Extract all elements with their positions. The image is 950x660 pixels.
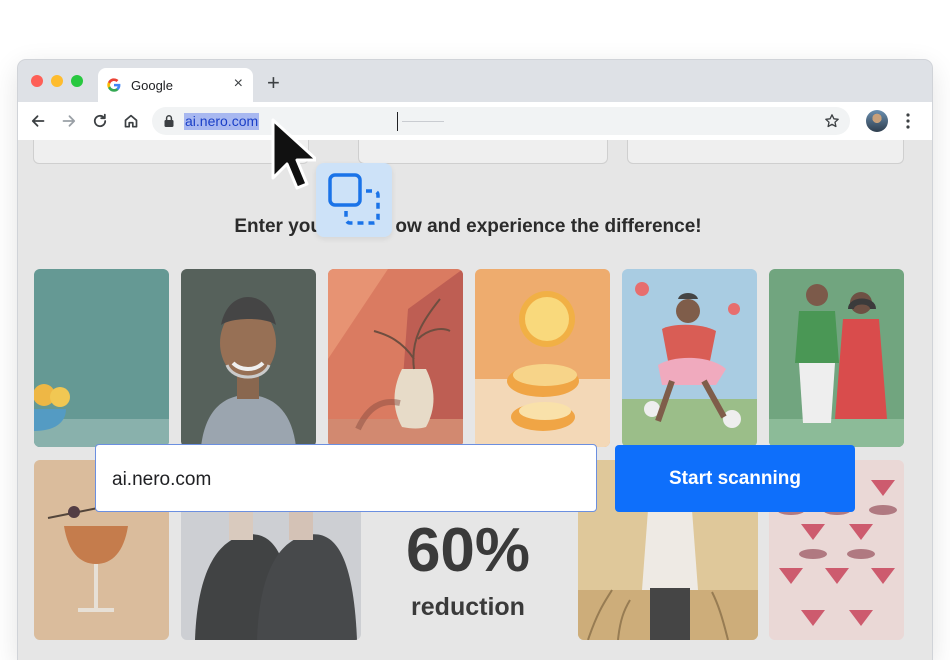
title-bar: Google × + [18, 60, 932, 102]
start-scanning-button[interactable]: Start scanning [615, 445, 855, 512]
google-icon [107, 78, 121, 92]
headline-end: ow and experience the difference! [395, 216, 702, 237]
kebab-menu-icon[interactable] [904, 112, 912, 130]
stat-label: reduction [411, 593, 525, 621]
star-icon[interactable] [824, 113, 840, 129]
mouse-pointer-icon [271, 118, 316, 190]
url-scan-input[interactable]: ai.nero.com [95, 444, 597, 512]
gallery-tile-portrait [181, 269, 316, 447]
home-icon[interactable] [121, 111, 141, 131]
text-caret [397, 112, 398, 131]
gallery-tile-couple [769, 269, 904, 447]
reload-icon[interactable] [90, 111, 110, 131]
card-stub [358, 140, 608, 164]
close-window-button[interactable] [31, 75, 43, 87]
region-select-icon [328, 173, 380, 225]
gallery-tile-dancer [622, 269, 757, 447]
address-bar[interactable]: ai.nero.com [152, 107, 850, 135]
page-headline: Enter your ow and experience the differen… [18, 216, 918, 238]
tab-close-icon[interactable]: × [234, 76, 243, 92]
maximize-window-button[interactable] [71, 75, 83, 87]
page-content: Enter your ow and experience the differen… [18, 140, 932, 660]
gallery-tile-orange [475, 269, 610, 447]
tab-title: Google [131, 78, 173, 93]
stat-value: 60% [405, 516, 531, 585]
toolbar: ai.nero.com [18, 102, 932, 140]
arrow-left-icon[interactable] [28, 111, 48, 131]
region-select-button[interactable] [316, 163, 392, 237]
card-stub [33, 140, 309, 164]
card-stub [627, 140, 904, 164]
omnibox-divider [402, 121, 444, 122]
tab-google[interactable]: Google × [98, 68, 253, 102]
lock-icon [164, 115, 174, 127]
new-tab-button[interactable]: + [267, 72, 280, 94]
gallery-tile-vase [328, 269, 463, 447]
browser-window: Google × + ai.nero.com Enter your ow and… [18, 60, 932, 660]
arrow-right-icon[interactable] [59, 111, 79, 131]
gallery-tile-lemons [34, 269, 169, 447]
profile-avatar[interactable] [866, 110, 888, 132]
minimize-window-button[interactable] [51, 75, 63, 87]
url-text[interactable]: ai.nero.com [184, 113, 260, 130]
